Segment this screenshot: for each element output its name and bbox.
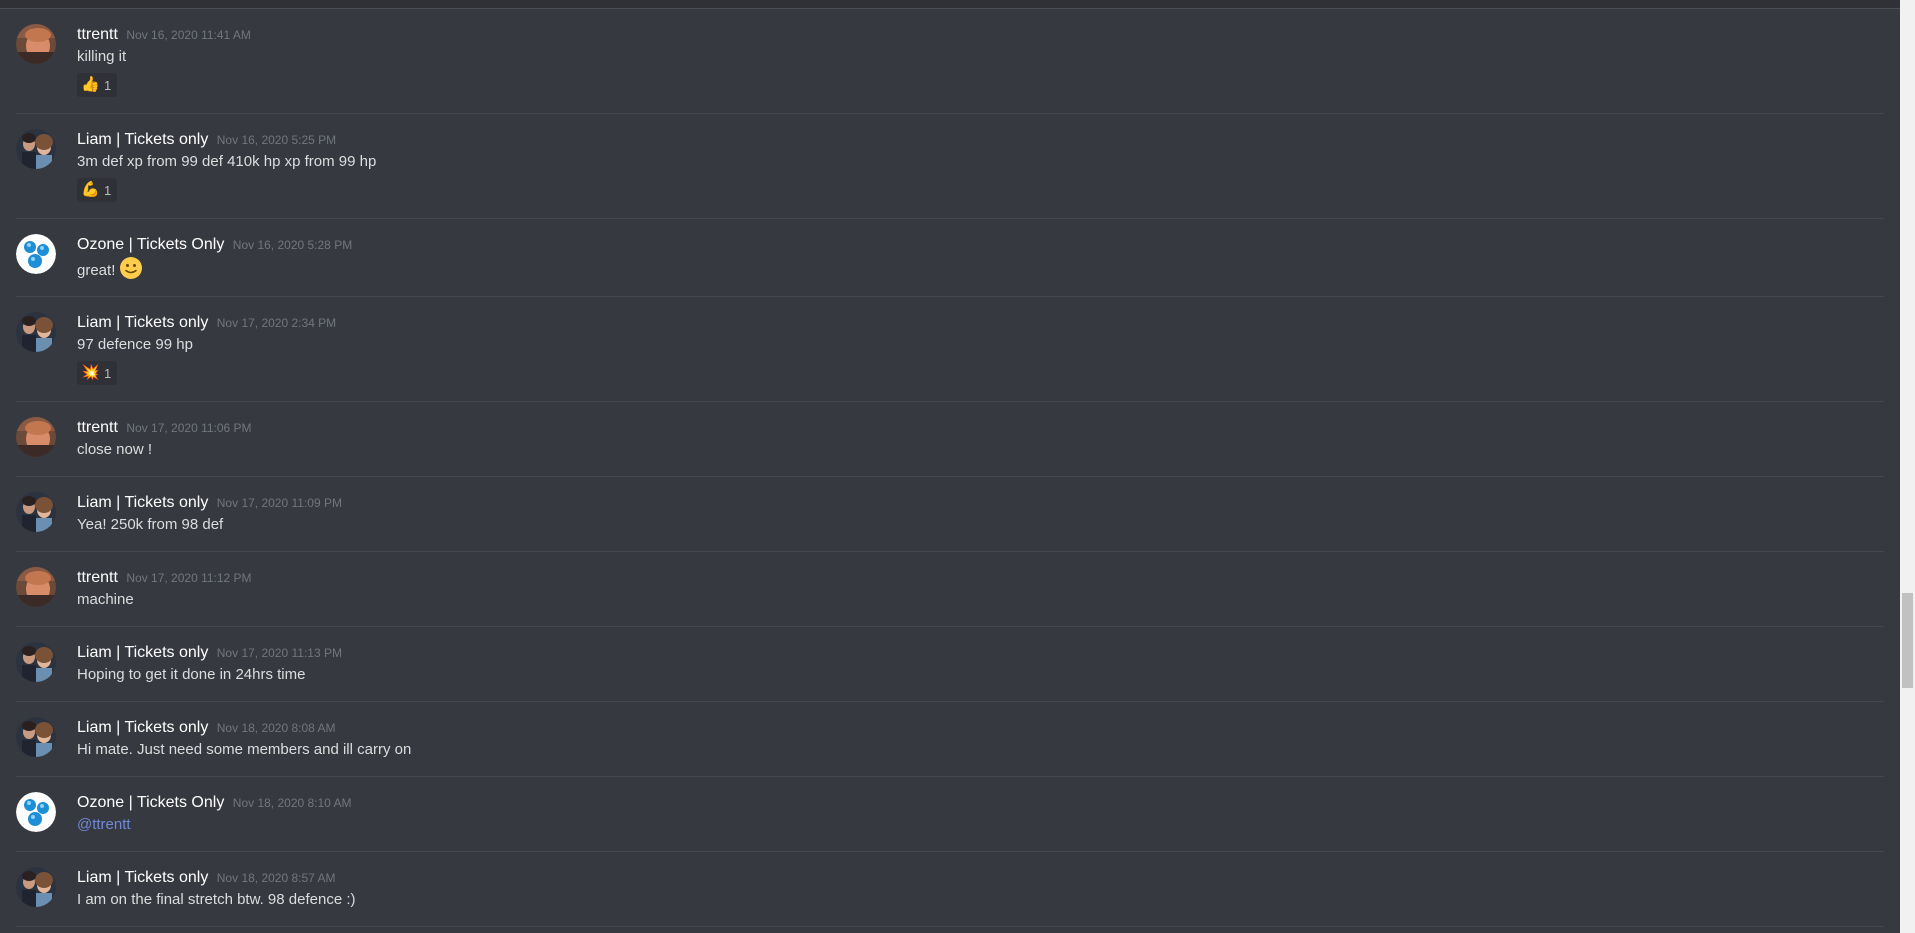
message-timestamp: Nov 17, 2020 11:06 PM xyxy=(126,421,252,435)
reactions: 💪 1 xyxy=(77,178,1884,202)
message-group: Ozone | Tickets Only Nov 16, 2020 5:28 P… xyxy=(16,219,1884,297)
author-name[interactable]: Liam | Tickets only xyxy=(77,314,208,331)
message-timestamp: Nov 17, 2020 2:34 PM xyxy=(216,316,337,330)
message-header: Liam | Tickets only Nov 18, 2020 8:08 AM xyxy=(77,717,1884,739)
message-text: Yea! 250k from 98 def xyxy=(77,516,224,533)
message-text-row: great! xyxy=(77,256,1884,286)
chatlog: ttrentt Nov 16, 2020 11:41 AM killing it… xyxy=(0,9,1884,927)
message-content: Ozone | Tickets Only Nov 16, 2020 5:28 P… xyxy=(77,234,1884,286)
ttrentt-avatar[interactable] xyxy=(16,567,56,607)
reaction-count: 1 xyxy=(104,77,112,93)
message-content: Liam | Tickets only Nov 18, 2020 8:57 AM… xyxy=(77,867,1884,910)
message-text: I am on the final stretch btw. 98 defenc… xyxy=(77,891,356,908)
message-header: ttrentt Nov 17, 2020 11:06 PM xyxy=(77,417,1884,439)
reaction-flexed-biceps[interactable]: 💪 1 xyxy=(77,178,118,202)
message-content: Liam | Tickets only Nov 17, 2020 11:09 P… xyxy=(77,492,1884,535)
message-content: ttrentt Nov 16, 2020 11:41 AM killing it… xyxy=(77,24,1884,97)
message-text: Hoping to get it done in 24hrs time xyxy=(77,666,306,683)
message-timestamp: Nov 18, 2020 8:08 AM xyxy=(216,721,336,735)
message-timestamp: Nov 17, 2020 11:12 PM xyxy=(126,571,252,585)
author-name[interactable]: ttrentt xyxy=(77,569,118,586)
message-text: 97 defence 99 hp xyxy=(77,336,193,353)
author-name[interactable]: Ozone | Tickets Only xyxy=(77,236,224,253)
reaction-collision[interactable]: 💥 1 xyxy=(77,361,118,385)
message-text: 3m def xp from 99 def 410k hp xp from 99… xyxy=(77,153,377,170)
author-name[interactable]: Liam | Tickets only xyxy=(77,719,208,736)
message-header: Liam | Tickets only Nov 16, 2020 5:25 PM xyxy=(77,129,1884,151)
author-name[interactable]: ttrentt xyxy=(77,419,118,436)
reactions: 👍 1 xyxy=(77,73,1884,97)
message-header: Liam | Tickets only Nov 17, 2020 11:13 P… xyxy=(77,642,1884,664)
liam-avatar[interactable] xyxy=(16,312,56,352)
message-text: Hi mate. Just need some members and ill … xyxy=(77,741,412,758)
liam-avatar[interactable] xyxy=(16,867,56,907)
liam-avatar[interactable] xyxy=(16,129,56,169)
scrollbar-thumb[interactable] xyxy=(1902,593,1913,688)
message-text: machine xyxy=(77,591,134,608)
message-content: Liam | Tickets only Nov 17, 2020 11:13 P… xyxy=(77,642,1884,685)
message-group: Liam | Tickets only Nov 17, 2020 2:34 PM… xyxy=(16,297,1884,402)
liam-avatar[interactable] xyxy=(16,717,56,757)
message-group: ttrentt Nov 17, 2020 11:06 PM close now … xyxy=(16,402,1884,477)
collision-icon: 💥 xyxy=(81,364,100,381)
message-timestamp: Nov 17, 2020 11:13 PM xyxy=(216,646,342,660)
message-group: ttrentt Nov 17, 2020 11:12 PM machine xyxy=(16,552,1884,627)
message-content: Ozone | Tickets Only Nov 18, 2020 8:10 A… xyxy=(77,792,1884,835)
ozone-avatar[interactable] xyxy=(16,234,56,274)
flexed-biceps-icon: 💪 xyxy=(81,181,100,198)
message-group: Liam | Tickets only Nov 17, 2020 11:13 P… xyxy=(16,627,1884,702)
vertical-scrollbar[interactable] xyxy=(1900,0,1915,933)
message-timestamp: Nov 18, 2020 8:57 AM xyxy=(216,871,336,885)
author-name[interactable]: Ozone | Tickets Only xyxy=(77,794,224,811)
message-group: Liam | Tickets only Nov 17, 2020 11:09 P… xyxy=(16,477,1884,552)
ttrentt-avatar[interactable] xyxy=(16,417,56,457)
message-content: Liam | Tickets only Nov 16, 2020 5:25 PM… xyxy=(77,129,1884,202)
message-header: Ozone | Tickets Only Nov 16, 2020 5:28 P… xyxy=(77,234,1884,256)
message-group: Ozone | Tickets Only Nov 18, 2020 8:10 A… xyxy=(16,777,1884,852)
message-timestamp: Nov 17, 2020 11:09 PM xyxy=(216,496,342,510)
author-name[interactable]: Liam | Tickets only xyxy=(77,131,208,148)
thumbs-up-icon: 👍 xyxy=(81,76,100,93)
message-text: close now ! xyxy=(77,441,153,458)
ttrentt-avatar[interactable] xyxy=(16,24,56,64)
reaction-count: 1 xyxy=(104,365,112,381)
ozone-avatar[interactable] xyxy=(16,792,56,832)
message-text: great! xyxy=(77,261,116,279)
message-group: ttrentt Nov 16, 2020 11:41 AM killing it… xyxy=(16,9,1884,114)
message-header: Liam | Tickets only Nov 17, 2020 11:09 P… xyxy=(77,492,1884,514)
chat-viewport: ttrentt Nov 16, 2020 11:41 AM killing it… xyxy=(0,0,1915,933)
message-timestamp: Nov 16, 2020 11:41 AM xyxy=(126,28,251,42)
reactions: 💥 1 xyxy=(77,361,1884,385)
message-timestamp: Nov 16, 2020 5:25 PM xyxy=(216,133,337,147)
liam-avatar[interactable] xyxy=(16,642,56,682)
liam-avatar[interactable] xyxy=(16,492,56,532)
message-timestamp: Nov 16, 2020 5:28 PM xyxy=(232,238,353,252)
top-edge xyxy=(0,0,1900,9)
message-group: Liam | Tickets only Nov 18, 2020 8:08 AM… xyxy=(16,702,1884,777)
message-header: Liam | Tickets only Nov 18, 2020 8:57 AM xyxy=(77,867,1884,889)
message-group: Liam | Tickets only Nov 18, 2020 8:57 AM… xyxy=(16,852,1884,927)
author-name[interactable]: Liam | Tickets only xyxy=(77,644,208,661)
user-mention[interactable]: @ttrentt xyxy=(77,814,1884,835)
message-content: ttrentt Nov 17, 2020 11:12 PM machine xyxy=(77,567,1884,610)
message-group: Liam | Tickets only Nov 16, 2020 5:25 PM… xyxy=(16,114,1884,219)
author-name[interactable]: ttrentt xyxy=(77,26,118,43)
message-header: Ozone | Tickets Only Nov 18, 2020 8:10 A… xyxy=(77,792,1884,814)
slight-smile-icon xyxy=(119,256,143,286)
message-content: ttrentt Nov 17, 2020 11:06 PM close now … xyxy=(77,417,1884,460)
author-name[interactable]: Liam | Tickets only xyxy=(77,494,208,511)
reaction-thumbs-up[interactable]: 👍 1 xyxy=(77,73,118,97)
message-timestamp: Nov 18, 2020 8:10 AM xyxy=(232,796,352,810)
author-name[interactable]: Liam | Tickets only xyxy=(77,869,208,886)
message-content: Liam | Tickets only Nov 18, 2020 8:08 AM… xyxy=(77,717,1884,760)
message-text: killing it xyxy=(77,48,127,65)
reaction-count: 1 xyxy=(104,182,112,198)
message-header: Liam | Tickets only Nov 17, 2020 2:34 PM xyxy=(77,312,1884,334)
message-header: ttrentt Nov 16, 2020 11:41 AM xyxy=(77,24,1884,46)
message-content: Liam | Tickets only Nov 17, 2020 2:34 PM… xyxy=(77,312,1884,385)
message-header: ttrentt Nov 17, 2020 11:12 PM xyxy=(77,567,1884,589)
